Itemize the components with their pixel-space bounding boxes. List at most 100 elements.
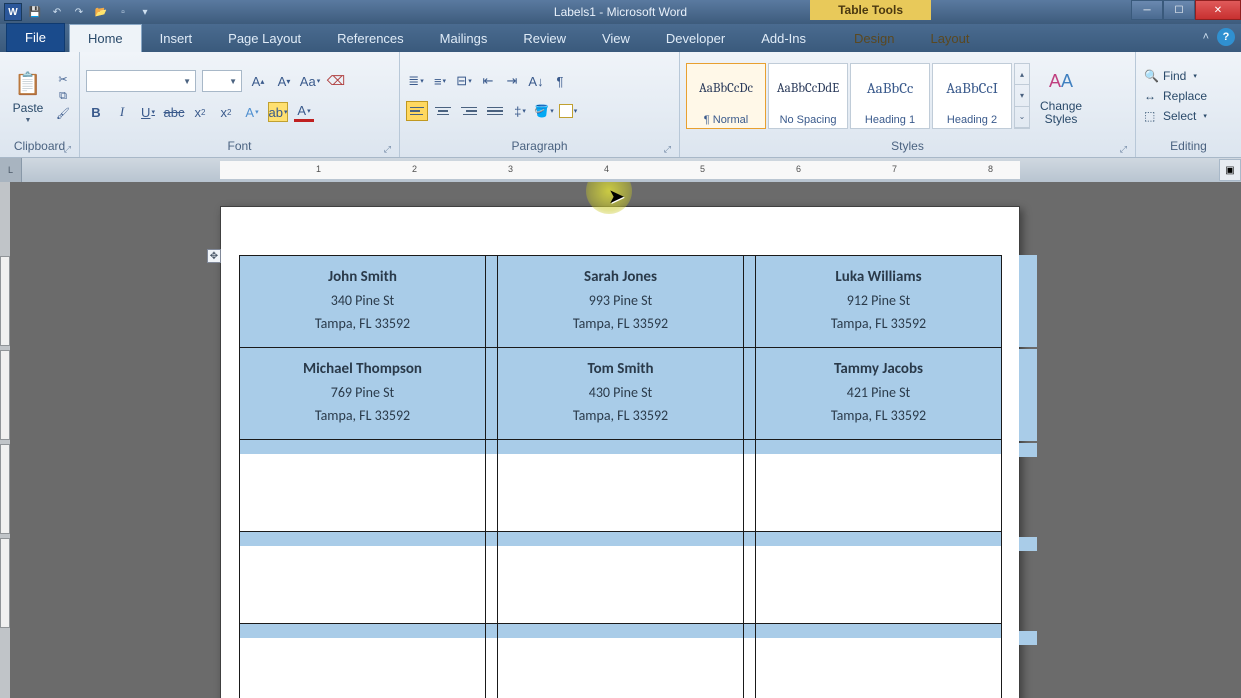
gallery-scroll-down-icon[interactable]: ▾ (1015, 85, 1029, 106)
label-cell[interactable] (756, 440, 1002, 532)
style-normal[interactable]: AaBbCcDc ¶ Normal (686, 63, 766, 129)
label-cell[interactable]: Tom Smith 430 Pine St Tampa, FL 33592 (498, 348, 744, 440)
styles-launcher-icon[interactable]: ⤢ (1120, 144, 1127, 155)
tab-selector[interactable]: L (0, 158, 22, 182)
table-move-handle-icon[interactable]: ✥ (207, 249, 221, 263)
label-cell[interactable]: Michael Thompson 769 Pine St Tampa, FL 3… (240, 348, 486, 440)
underline-button[interactable]: U▾ (138, 102, 158, 122)
redo-icon[interactable]: ↷ (70, 3, 88, 21)
font-color-button[interactable]: A▾ (294, 102, 314, 122)
copy-icon[interactable]: ⧉ (54, 90, 72, 103)
tab-design[interactable]: Design (836, 25, 912, 52)
tab-references[interactable]: References (319, 25, 421, 52)
help-icon[interactable]: ? (1217, 28, 1235, 46)
align-right-button[interactable] (458, 101, 480, 121)
new-icon[interactable]: ▫ (114, 3, 132, 21)
font-name-combo[interactable]: ▼ (86, 70, 196, 92)
style-no-spacing[interactable]: AaBbCcDdE No Spacing (768, 63, 848, 129)
replace-button[interactable]: ↔Replace (1142, 88, 1209, 104)
highlight-color-button[interactable]: ab▾ (268, 102, 288, 122)
undo-icon[interactable]: ↶ (48, 3, 66, 21)
labels-table[interactable]: John Smith 340 Pine St Tampa, FL 33592 S… (239, 255, 1002, 698)
gallery-expand-icon[interactable]: ⌄ (1015, 107, 1029, 128)
label-cell[interactable] (240, 624, 486, 698)
tab-file[interactable]: File (6, 23, 65, 52)
show-hide-button[interactable]: ¶ (550, 71, 570, 91)
table-row[interactable] (240, 624, 1002, 698)
open-icon[interactable]: 📂 (92, 3, 110, 21)
paste-button[interactable]: 📋 Paste ▼ (6, 66, 50, 126)
decrease-indent-button[interactable]: ⇤ (478, 71, 498, 91)
shading-button[interactable]: 🪣▾ (534, 101, 554, 121)
subscript-button[interactable]: x2 (190, 102, 210, 122)
table-row[interactable]: Michael Thompson 769 Pine St Tampa, FL 3… (240, 348, 1002, 440)
style-heading-2[interactable]: AaBbCcI Heading 2 (932, 63, 1012, 129)
shrink-font-icon[interactable]: A▾ (274, 71, 294, 91)
table-row[interactable] (240, 532, 1002, 624)
increase-indent-button[interactable]: ⇥ (502, 71, 522, 91)
change-styles-button[interactable]: AA Change Styles (1034, 64, 1088, 128)
clear-formatting-icon[interactable]: ⌫ (326, 71, 346, 91)
tab-view[interactable]: View (584, 25, 648, 52)
justify-button[interactable] (484, 101, 506, 121)
tab-developer[interactable]: Developer (648, 25, 743, 52)
label-cell[interactable] (240, 440, 486, 532)
paragraph-launcher-icon[interactable]: ⤢ (664, 144, 671, 155)
tab-layout[interactable]: Layout (912, 25, 987, 52)
label-cell[interactable] (498, 532, 744, 624)
align-left-button[interactable] (406, 101, 428, 121)
superscript-button[interactable]: x2 (216, 102, 236, 122)
clipboard-launcher-icon[interactable]: ⤢ (64, 144, 71, 155)
change-case-icon[interactable]: Aa▾ (300, 71, 320, 91)
ruler-toggle-icon[interactable]: ▣ (1219, 159, 1241, 181)
save-icon[interactable]: 💾 (26, 3, 44, 21)
maximize-button[interactable]: ☐ (1163, 0, 1195, 20)
gallery-scroll-up-icon[interactable]: ▴ (1015, 64, 1029, 85)
vertical-ruler[interactable] (0, 182, 10, 698)
format-painter-icon[interactable]: 🖌 (54, 107, 72, 120)
word-app-icon[interactable]: W (4, 3, 22, 21)
borders-button[interactable]: ▾ (558, 101, 578, 121)
strikethrough-button[interactable]: abc (164, 102, 184, 122)
label-cell[interactable] (498, 624, 744, 698)
label-cell[interactable]: John Smith 340 Pine St Tampa, FL 33592 (240, 256, 486, 348)
minimize-ribbon-icon[interactable]: ˄ (1203, 31, 1209, 43)
text-effects-icon[interactable]: A▾ (242, 102, 262, 122)
align-center-button[interactable] (432, 101, 454, 121)
label-cell[interactable] (756, 624, 1002, 698)
tab-review[interactable]: Review (505, 25, 584, 52)
grow-font-icon[interactable]: A▴ (248, 71, 268, 91)
table-row[interactable] (240, 440, 1002, 532)
sort-button[interactable]: A↓ (526, 71, 546, 91)
label-cell[interactable] (240, 532, 486, 624)
label-cell[interactable] (498, 440, 744, 532)
tab-mailings[interactable]: Mailings (422, 25, 506, 52)
select-button[interactable]: ⬚Select▾ (1142, 108, 1209, 124)
group-label-clipboard: Clipboard⤢ (6, 137, 73, 157)
horizontal-ruler[interactable]: 1 2 3 4 5 6 7 8 (220, 161, 1020, 179)
document-page[interactable]: ✥ John Smith 340 Pine St Tampa, FL 33592… (220, 206, 1020, 698)
cut-icon[interactable]: ✂ (54, 73, 72, 86)
minimize-button[interactable]: ─ (1131, 0, 1163, 20)
line-spacing-button[interactable]: ‡▾ (510, 101, 530, 121)
label-cell[interactable]: Luka Williams 912 Pine St Tampa, FL 3359… (756, 256, 1002, 348)
font-launcher-icon[interactable]: ⤢ (384, 144, 391, 155)
label-cell[interactable] (756, 532, 1002, 624)
font-size-combo[interactable]: ▼ (202, 70, 242, 92)
label-cell[interactable]: Tammy Jacobs 421 Pine St Tampa, FL 33592 (756, 348, 1002, 440)
close-button[interactable]: ✕ (1195, 0, 1241, 20)
tab-home[interactable]: Home (69, 24, 142, 52)
qat-customize-icon[interactable]: ▾ (136, 3, 154, 21)
italic-button[interactable]: I (112, 102, 132, 122)
bold-button[interactable]: B (86, 102, 106, 122)
style-heading-1[interactable]: AaBbCc Heading 1 (850, 63, 930, 129)
label-cell[interactable]: Sarah Jones 993 Pine St Tampa, FL 33592 (498, 256, 744, 348)
table-row[interactable]: John Smith 340 Pine St Tampa, FL 33592 S… (240, 256, 1002, 348)
find-button[interactable]: 🔍Find▾ (1142, 68, 1209, 84)
tab-addins[interactable]: Add-Ins (743, 25, 824, 52)
multilevel-list-button[interactable]: ⊟▾ (454, 71, 474, 91)
tab-insert[interactable]: Insert (142, 25, 211, 52)
tab-page-layout[interactable]: Page Layout (210, 25, 319, 52)
numbering-button[interactable]: ≡▾ (430, 71, 450, 91)
bullets-button[interactable]: ≣▾ (406, 71, 426, 91)
